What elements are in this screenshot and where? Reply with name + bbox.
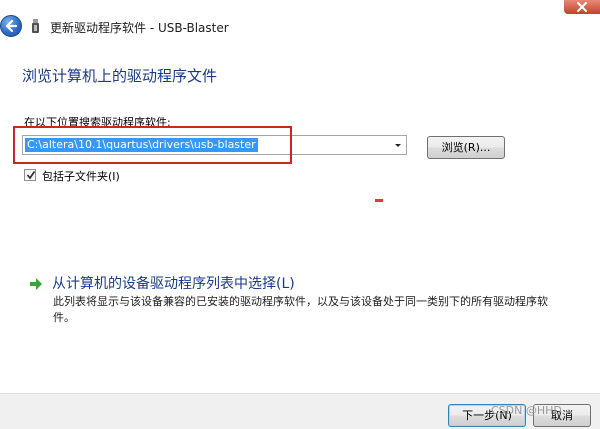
usb-device-icon xyxy=(32,19,39,33)
green-arrow-icon[interactable] xyxy=(28,276,44,292)
include-subfolders-label[interactable]: 包括子文件夹(I) xyxy=(42,168,120,184)
title-bar: 更新驱动程序软件 - USB-Blaster xyxy=(0,0,600,56)
browse-button[interactable]: 浏览(R)... xyxy=(427,136,505,159)
close-icon xyxy=(577,2,587,12)
next-button[interactable]: 下一步(N) xyxy=(448,404,526,427)
close-button[interactable] xyxy=(564,0,600,14)
pick-from-list-description: 此列表将显示与该设备兼容的已安装的驱动程序软件，以及与该设备处于同一类别下的所有… xyxy=(53,295,548,324)
cancel-button[interactable]: 取消 xyxy=(533,404,591,427)
pick-from-list-link[interactable]: 从计算机的设备驱动程序列表中选择(L) xyxy=(52,273,295,293)
page-heading: 浏览计算机上的驱动程序文件 xyxy=(22,67,218,85)
checkmark-icon xyxy=(26,171,36,180)
back-arrow-icon xyxy=(5,19,18,33)
annotation-highlight-box xyxy=(13,126,292,164)
back-button[interactable] xyxy=(0,15,22,37)
chevron-down-icon[interactable] xyxy=(392,139,404,151)
window-title: 更新驱动程序软件 - USB-Blaster xyxy=(50,21,229,35)
include-subfolders-checkbox[interactable] xyxy=(24,169,36,181)
red-marker xyxy=(375,199,383,202)
